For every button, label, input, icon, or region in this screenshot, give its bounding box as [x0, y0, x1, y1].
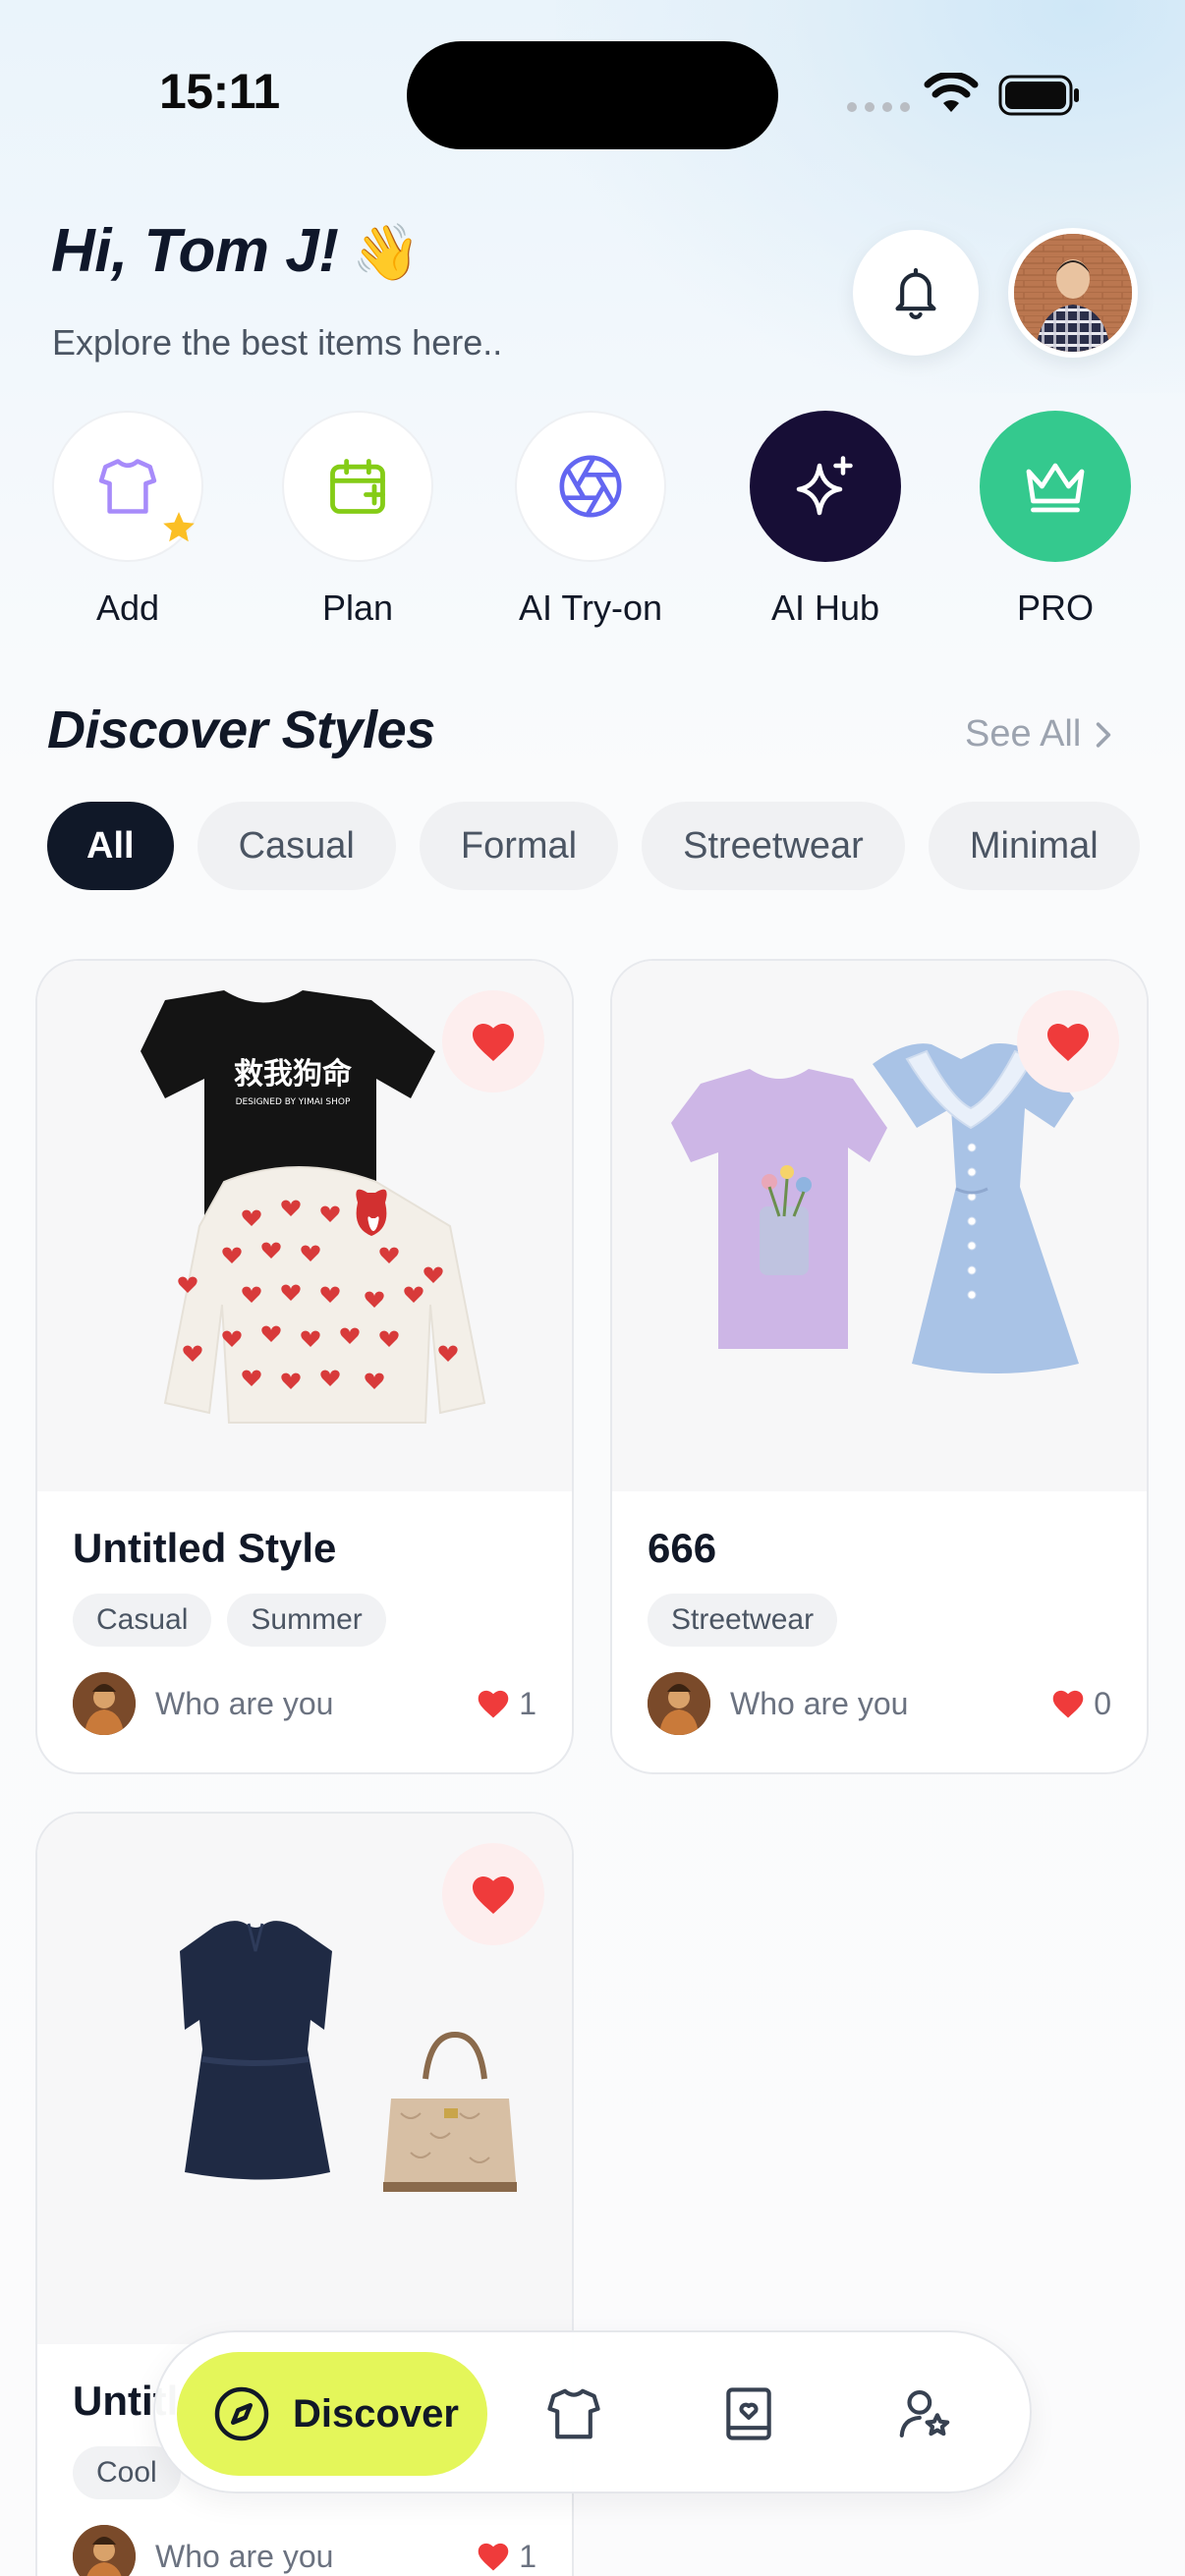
- wifi-icon: [924, 73, 979, 112]
- cellular-signal-icon: [847, 102, 910, 112]
- see-all-label: See All: [965, 713, 1082, 755]
- svg-text:DESIGNED BY YIMAI SHOP: DESIGNED BY YIMAI SHOP: [236, 1097, 351, 1107]
- quick-action-label: PRO: [1016, 588, 1094, 628]
- bottom-navigation: Discover: [153, 2330, 1032, 2493]
- filter-chip-all[interactable]: All: [47, 802, 174, 890]
- style-tag: Casual: [73, 1594, 212, 1647]
- style-card-title: Untitled Style: [73, 1525, 337, 1571]
- greeting-text: Hi, Tom J!: [51, 217, 339, 285]
- battery-icon: [998, 75, 1079, 116]
- notifications-button[interactable]: [853, 230, 979, 356]
- aperture-icon: [559, 455, 622, 518]
- nav-wardrobe-tab[interactable]: [541, 2381, 606, 2446]
- nav-lookbook-tab[interactable]: [716, 2381, 781, 2446]
- status-time: 15:11: [159, 64, 280, 119]
- quick-action-pro-circle: [980, 411, 1131, 562]
- style-tag: Streetwear: [648, 1594, 838, 1647]
- quick-action-plan-circle: [282, 411, 433, 562]
- heart-icon: [1052, 1690, 1084, 1718]
- style-card-image: 救我狗命 DESIGNED BY YIMAI SHOP: [37, 961, 572, 1491]
- dynamic-island: [407, 41, 778, 149]
- calendar-plus-icon: [330, 459, 385, 514]
- user-star-icon: [899, 2389, 950, 2438]
- style-card-body: Untitled Style Casual Summer Who are you…: [37, 1491, 572, 1735]
- chevron-right-icon: [1097, 721, 1111, 748]
- style-card[interactable]: 666 Streetwear Who are you 0: [610, 959, 1149, 1774]
- discover-section-title: Discover Styles: [47, 700, 435, 759]
- style-card-body: 666 Streetwear Who are you 0: [612, 1491, 1147, 1735]
- filter-chip-formal[interactable]: Formal: [419, 802, 619, 890]
- favorite-button[interactable]: [1017, 990, 1119, 1092]
- favorite-button[interactable]: [442, 1843, 544, 1945]
- like-count-value: 1: [519, 1685, 536, 1721]
- profile-avatar-button[interactable]: [1008, 228, 1138, 358]
- owner-name: Who are you: [155, 2538, 334, 2574]
- like-count-value: 0: [1094, 1685, 1111, 1721]
- compass-icon: [214, 2386, 269, 2441]
- quick-action-ai-hub-circle: [750, 411, 901, 562]
- nav-discover-label: Discover: [293, 2391, 459, 2436]
- style-card-image: [612, 961, 1147, 1491]
- sparkles-icon: [796, 456, 853, 516]
- greeting-heading: Hi, Tom J! 👋: [51, 216, 421, 286]
- waving-hand-emoji: 👋: [352, 221, 421, 283]
- heart-icon: [478, 1690, 509, 1718]
- greeting-subtitle: Explore the best items here..: [52, 322, 503, 363]
- tshirt-plus-icon: [98, 459, 157, 514]
- heart-icon: [1047, 1024, 1089, 1061]
- owner-name: Who are you: [730, 1685, 909, 1721]
- heart-icon: [473, 1024, 514, 1061]
- bell-icon: [895, 267, 936, 319]
- quick-action-add[interactable]: Add: [49, 411, 206, 629]
- heart-icon: [478, 2543, 509, 2571]
- nav-profile-tab[interactable]: [892, 2381, 957, 2446]
- quick-action-label: Add: [95, 588, 160, 628]
- favorite-button[interactable]: [442, 990, 544, 1092]
- quick-action-label: AI Hub: [770, 588, 880, 628]
- avatar: [1014, 234, 1132, 352]
- style-tag: Summer: [227, 1594, 386, 1647]
- quick-action-ai-try-on-circle: [515, 411, 666, 562]
- heart-icon: [473, 1876, 514, 1914]
- see-all-link[interactable]: See All: [965, 713, 1112, 756]
- owner-name: Who are you: [155, 1685, 334, 1721]
- style-filter-chips: All Casual Formal Streetwear Minimal: [47, 802, 1150, 890]
- style-card-tags: Streetwear: [648, 1594, 1111, 1647]
- discover-screen: 15:11 Hi, Tom J! 👋 Explore the best items…: [0, 0, 1185, 2576]
- filter-chip-casual[interactable]: Casual: [197, 802, 396, 890]
- star-badge-icon: [163, 512, 195, 542]
- style-card-footer: Who are you 1: [73, 1672, 536, 1735]
- like-count-value: 1: [519, 2538, 536, 2574]
- style-card-image: [37, 1814, 572, 2344]
- quick-action-add-circle: [52, 411, 203, 562]
- like-count: 1: [476, 1686, 536, 1722]
- lookbook-icon: [726, 2387, 771, 2440]
- filter-chip-streetwear[interactable]: Streetwear: [642, 802, 905, 890]
- owner-avatar: [73, 2525, 136, 2576]
- quick-action-label: AI Try-on: [518, 588, 663, 628]
- owner-avatar: [648, 1672, 710, 1735]
- svg-text:救我狗命: 救我狗命: [234, 1057, 353, 1092]
- like-count: 1: [476, 2539, 536, 2575]
- owner-avatar: [73, 1672, 136, 1735]
- style-card-tags: Casual Summer: [73, 1594, 536, 1647]
- style-card-footer: Who are you 1: [73, 2525, 536, 2576]
- style-card-title: 666: [648, 1525, 717, 1571]
- quick-action-pro[interactable]: PRO: [977, 411, 1134, 629]
- nav-discover-tab[interactable]: Discover: [177, 2352, 487, 2476]
- tshirt-icon: [547, 2388, 600, 2439]
- quick-action-label: Plan: [321, 588, 394, 628]
- quick-action-ai-try-on[interactable]: AI Try-on: [512, 411, 669, 629]
- filter-chip-minimal[interactable]: Minimal: [928, 802, 1140, 890]
- quick-action-ai-hub[interactable]: AI Hub: [747, 411, 904, 629]
- like-count: 0: [1050, 1686, 1111, 1722]
- style-card-footer: Who are you 0: [648, 1672, 1111, 1735]
- status-bar: 15:11: [0, 0, 1185, 196]
- crown-icon: [1026, 463, 1085, 513]
- quick-action-plan[interactable]: Plan: [279, 411, 436, 629]
- style-card[interactable]: 救我狗命 DESIGNED BY YIMAI SHOP Untitled Sty…: [35, 959, 574, 1774]
